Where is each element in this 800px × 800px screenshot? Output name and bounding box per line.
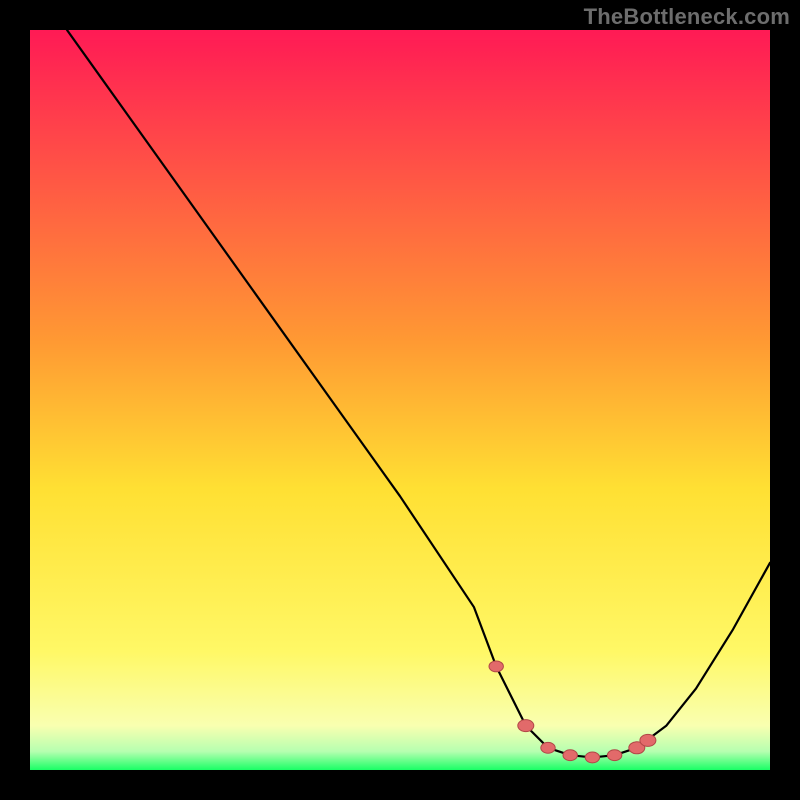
plot-area [30, 30, 770, 770]
chart-frame: TheBottleneck.com [0, 0, 800, 800]
watermark-text: TheBottleneck.com [584, 4, 790, 30]
chart-svg [30, 30, 770, 770]
gradient-background [30, 30, 770, 770]
curve-marker [541, 742, 555, 753]
curve-marker [563, 750, 577, 761]
curve-marker [518, 720, 534, 732]
curve-marker [489, 661, 503, 672]
curve-marker [640, 734, 656, 746]
curve-marker [585, 752, 599, 763]
curve-marker [607, 750, 621, 761]
